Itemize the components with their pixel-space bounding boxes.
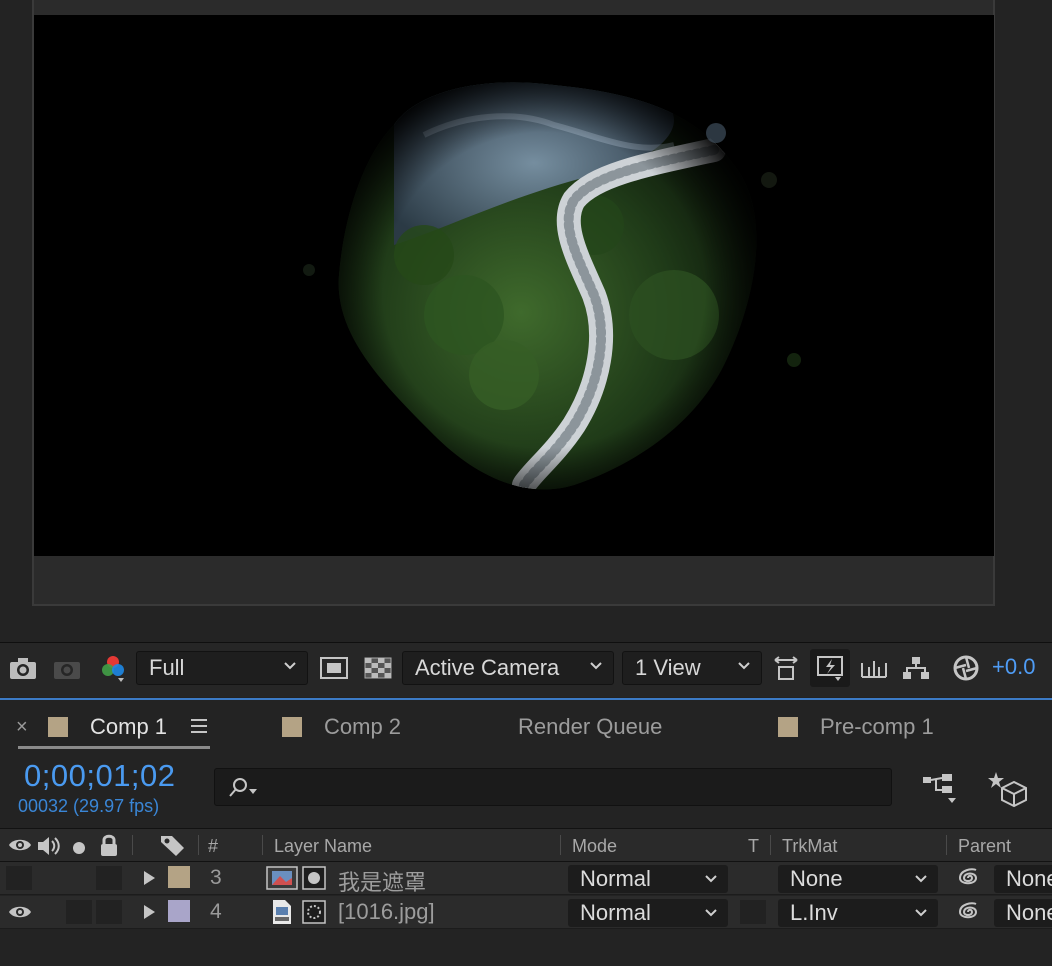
column-parent: Parent [958,836,1012,856]
parent-pickwhip-icon[interactable] [956,867,980,894]
chevron-down-icon [705,909,717,917]
exposure-value[interactable]: +0.0 [992,654,1035,680]
chevron-down-icon [590,662,602,670]
chevron-down-icon [705,875,717,883]
great-wall-masked-image [303,82,801,490]
video-visibility-eye-icon[interactable] [8,837,32,858]
chevron-down-icon [915,875,927,883]
view-layout-dropdown[interactable]: 1 View [622,651,762,685]
composition-canvas[interactable] [34,15,994,556]
close-tab-icon[interactable]: × [16,716,28,739]
frame-count-display: 00032 (29.97 fps) [18,796,160,816]
lock-toggle[interactable] [96,900,122,924]
tab-comp-2[interactable]: Comp 2 [282,712,401,742]
chevron-down-icon [738,662,750,670]
label-tag-icon[interactable] [160,834,186,861]
column-mode: Mode [572,836,618,856]
effect-layer-icon [302,900,326,929]
layer-search-input[interactable] [214,768,892,806]
layer-name[interactable]: 我是遮罩 [338,865,426,897]
audio-speaker-icon[interactable] [36,835,62,862]
active-tab-underline [18,746,210,749]
trkmat-value: None [790,866,843,891]
video-toggle[interactable] [6,866,32,890]
blend-mode-dropdown[interactable]: Normal [568,865,728,893]
image-layer-icon [266,866,298,895]
column-number: # [208,836,219,856]
resolution-dropdown[interactable]: Full [136,651,308,685]
reset-exposure-icon[interactable] [950,653,982,683]
preserve-transparency-toggle[interactable] [740,900,766,924]
show-snapshot-icon[interactable] [52,653,82,683]
resolution-value: Full [149,655,185,680]
label-color-swatch [282,717,302,737]
tab-label: Comp 1 [90,714,168,739]
tab-label: Comp 2 [324,714,402,739]
tab-label: Pre-comp 1 [820,714,934,739]
flowchart-icon[interactable] [900,653,932,683]
mask-layer-icon [302,866,326,895]
blend-mode-dropdown[interactable]: Normal [568,899,728,927]
layer-number: 4 [210,900,222,923]
trkmat-value: L.Inv [790,900,838,925]
parent-value: None [1006,900,1052,925]
jpeg-file-icon [272,899,292,930]
parent-value: None [1006,866,1052,891]
fast-previews-icon[interactable] [810,649,850,687]
timeline-panel: × Comp 1 Comp 2 Render Queue Pre-comp 1 … [0,700,1052,966]
lock-icon[interactable] [98,834,120,861]
tab-render-queue[interactable]: Render Queue [518,712,662,742]
label-color-swatch [48,717,68,737]
blend-mode-value: Normal [580,900,651,925]
column-trkmat: TrkMat [782,836,838,856]
snapshot-camera-icon[interactable] [8,653,38,683]
column-layer-name[interactable]: Layer Name [274,836,372,857]
layer-label-color[interactable] [168,866,190,888]
toggle-pixel-aspect-icon[interactable] [770,653,802,683]
video-visibility-eye-icon[interactable] [8,904,32,925]
chevron-down-icon [284,662,296,670]
layer-name[interactable]: [1016.jpg] [338,899,435,925]
region-of-interest-icon[interactable] [318,653,350,683]
layer-row[interactable]: 3 我是遮罩 Normal None None [0,862,1052,895]
trkmat-dropdown[interactable]: None [778,865,938,893]
viewer-toolbar: Full Active Camera 1 View [0,642,1052,697]
draft-3d-icon[interactable] [988,770,1028,811]
solo-dot-icon[interactable] [72,839,86,860]
solo-toggle[interactable] [66,900,92,924]
lock-toggle[interactable] [96,866,122,890]
parent-dropdown[interactable]: None [994,865,1052,893]
blend-mode-value: Normal [580,866,651,891]
label-color-swatch [778,717,798,737]
current-time-display[interactable]: 0;00;01;02 [24,758,176,794]
mask-splatter [706,123,726,143]
expand-triangle-icon[interactable] [142,904,156,925]
panel-menu-icon[interactable] [190,718,208,739]
layer-column-header: # Layer Name Mode T TrkMat Parent [0,828,1052,862]
search-icon [229,778,257,797]
tab-pre-comp-1[interactable]: Pre-comp 1 [778,712,934,742]
chevron-down-icon [915,909,927,917]
parent-dropdown[interactable]: None [994,899,1052,927]
parent-pickwhip-icon[interactable] [956,901,980,928]
camera-value: Active Camera [415,655,560,680]
column-t: T [748,836,759,856]
expand-triangle-icon[interactable] [142,870,156,891]
transparency-grid-icon[interactable] [362,653,394,683]
channel-rgb-icon[interactable] [98,651,128,685]
timeline-icon[interactable] [858,653,890,683]
camera-dropdown[interactable]: Active Camera [402,651,614,685]
view-layout-value: 1 View [635,655,701,680]
layer-number: 3 [210,866,222,889]
composition-flowchart-icon[interactable] [922,772,960,809]
layer-row[interactable]: 4 [1016.jpg] Normal L.Inv None [0,896,1052,929]
tab-comp-1[interactable]: Comp 1 [48,712,167,742]
tab-label: Render Queue [518,714,663,739]
trkmat-dropdown[interactable]: L.Inv [778,899,938,927]
layer-label-color[interactable] [168,900,190,922]
